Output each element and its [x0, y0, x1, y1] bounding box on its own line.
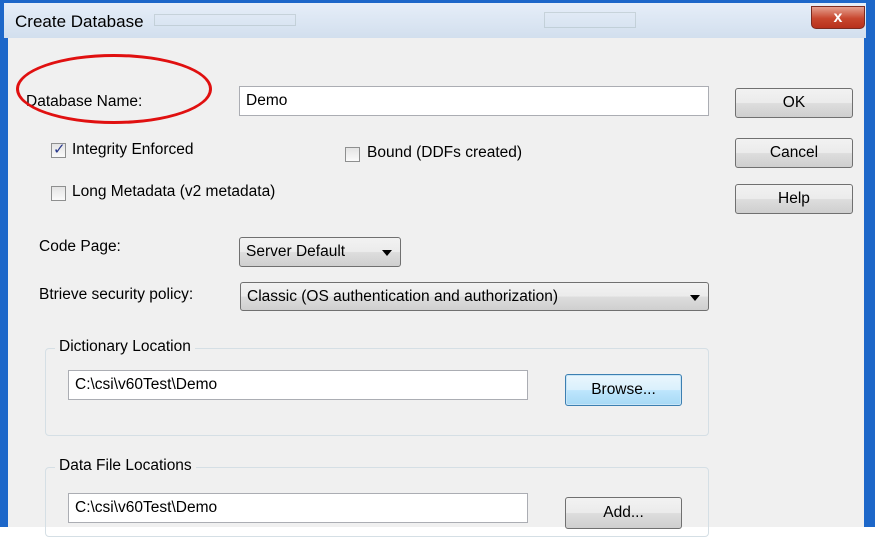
close-icon: x	[833, 9, 843, 26]
code-page-dropdown[interactable]: Server Default	[239, 237, 401, 267]
data-file-locations-label: Data File Locations	[55, 457, 196, 475]
checkmark-icon: ✓	[53, 141, 66, 158]
highlight-circle	[16, 54, 212, 124]
cancel-button[interactable]: Cancel	[735, 138, 853, 168]
dictionary-location-label: Dictionary Location	[55, 338, 195, 356]
integrity-label: Integrity Enforced	[72, 141, 194, 158]
bound-checkbox[interactable]	[345, 147, 360, 162]
security-policy-value: Classic (OS authentication and authoriza…	[247, 288, 559, 305]
database-name-input[interactable]: Demo	[239, 86, 709, 116]
bound-label: Bound (DDFs created)	[367, 144, 523, 161]
integrity-checkbox[interactable]: ✓	[51, 141, 66, 158]
window-title: Create Database	[15, 12, 144, 31]
help-button[interactable]: Help	[735, 184, 853, 214]
add-button[interactable]: Add...	[565, 497, 682, 529]
code-page-value: Server Default	[246, 243, 346, 260]
chevron-down-icon	[690, 295, 700, 301]
title-bar[interactable]: Create Database x	[4, 3, 866, 38]
close-button[interactable]: x	[811, 6, 865, 29]
long-metadata-checkbox[interactable]	[51, 186, 66, 201]
security-policy-dropdown[interactable]: Classic (OS authentication and authoriza…	[240, 282, 709, 311]
security-policy-label: Btrieve security policy:	[39, 286, 194, 303]
long-metadata-label: Long Metadata (v2 metadata)	[72, 183, 276, 200]
browse-button[interactable]: Browse...	[565, 374, 682, 406]
chevron-down-icon	[382, 250, 392, 256]
code-page-label: Code Page:	[39, 238, 121, 255]
data-file-path-input[interactable]: C:\csi\v60Test\Demo	[68, 493, 528, 523]
ok-button[interactable]: OK	[735, 88, 853, 118]
dictionary-path-input[interactable]: C:\csi\v60Test\Demo	[68, 370, 528, 400]
background-ghost	[154, 6, 694, 28]
